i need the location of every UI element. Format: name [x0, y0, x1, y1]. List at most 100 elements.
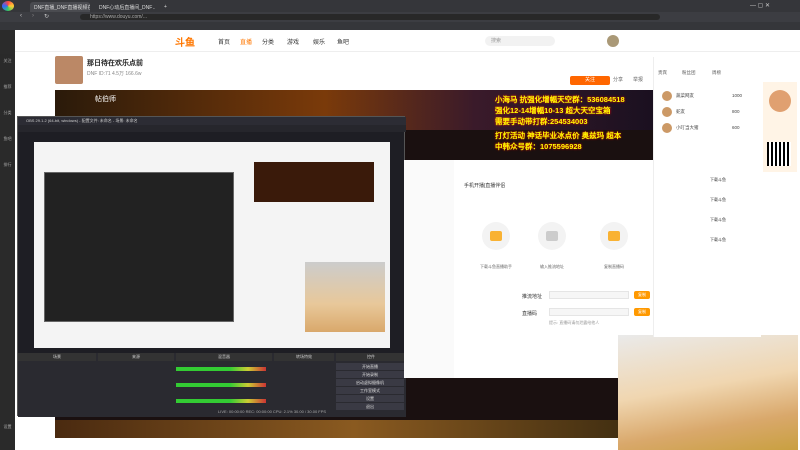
- rail-item-follow[interactable]: 关注: [1, 58, 14, 74]
- audio-meter: [176, 367, 266, 371]
- refresh-icon[interactable]: ↻: [44, 13, 49, 20]
- dock-controls: 控件: [336, 353, 406, 361]
- room-header: 那日待在欢乐点前 DNF ID:71 4.5万 166.6w 关注 分享 举报: [55, 54, 655, 90]
- start-streaming-button[interactable]: 开始直播: [336, 363, 404, 370]
- tab-dnf-live[interactable]: DNF直播_DNF直播视频在线...: [30, 2, 90, 12]
- rank-name: 蛇友: [676, 109, 685, 114]
- tab-weekly[interactable]: 周榜: [712, 70, 721, 76]
- webcam-small: [305, 262, 385, 332]
- rail-item-recommend[interactable]: 推荐: [1, 84, 14, 100]
- user-avatar[interactable]: [607, 35, 619, 47]
- back-icon[interactable]: ‹: [20, 13, 22, 19]
- dock-scenes: 场景: [18, 353, 96, 361]
- copy-url-button[interactable]: 复制: [634, 291, 650, 299]
- streamer-avatar[interactable]: [55, 56, 83, 84]
- browser-side-rail: 关注 推荐 分类 鱼吧 排行 设置: [0, 54, 15, 450]
- promo-line: 强化12-14增幅10-13 超大天空宝箱: [495, 106, 611, 115]
- dock-mixer: 混音器: [176, 353, 272, 361]
- stream-url-field[interactable]: [549, 291, 629, 299]
- webcam-large: [618, 335, 798, 450]
- promo-line: 小海马 抗强化增幅天空群：536084518: [495, 95, 625, 104]
- chat-message: 下载斗鱼: [710, 237, 726, 242]
- rail-item-fishbar[interactable]: 鱼吧: [1, 136, 14, 152]
- nested-banner: [254, 162, 374, 202]
- dock-sources: 来源: [98, 353, 174, 361]
- link-icon: [546, 231, 558, 241]
- nav-entertainment[interactable]: 娱乐: [313, 37, 325, 46]
- promo-overlay-1: 小海马 抗强化增幅天空群：536084518 强化12-14增幅10-13 超大…: [495, 94, 625, 127]
- audio-meter: [176, 399, 266, 403]
- stream-key-field[interactable]: [549, 308, 629, 316]
- follow-button[interactable]: 关注: [570, 76, 610, 85]
- qr-code: [767, 142, 791, 166]
- tab-dnf-room[interactable]: DNF心动后直播间_DNF…: [95, 2, 155, 12]
- step-3: [600, 222, 628, 250]
- avatar: [662, 91, 672, 101]
- site-logo[interactable]: 斗鱼: [175, 34, 195, 49]
- banner-name: 帖伯师: [95, 96, 116, 103]
- nav-game[interactable]: 游戏: [287, 37, 299, 46]
- url-input[interactable]: https://www.douyu.com/...: [80, 14, 660, 20]
- promo-avatar: [769, 90, 791, 112]
- promo-line: 打灯活动 神话毕业冰点价 奥兹玛 超本: [495, 131, 622, 140]
- rank-row[interactable]: 小叮当大猪 600: [662, 123, 750, 135]
- obs-menubar: [18, 125, 406, 132]
- virtual-camera-button[interactable]: 启动虚拟摄像机: [336, 379, 404, 386]
- obs-titlebar: OBS 29.1.2 (64-bit, windows) - 配置文件: 未命名…: [18, 117, 406, 125]
- nav-category[interactable]: 分类: [262, 37, 274, 46]
- promo-line: 中韩众号群：1075596928: [495, 142, 582, 151]
- promo-line: 需要手动带打群:254534003: [495, 117, 588, 126]
- inner-title: 手机开播|直播伴侣: [464, 183, 506, 189]
- rank-value: 800: [732, 109, 740, 114]
- rank-row[interactable]: 蛇友 800: [662, 107, 750, 119]
- chat-message: 下载斗鱼: [710, 217, 726, 222]
- chat-message: 下载斗鱼: [710, 177, 726, 182]
- address-bar-row: ‹ › ↻ https://www.douyu.com/...: [0, 12, 800, 22]
- hint-text: 提示: 直播码请勿泄露给他人: [549, 320, 600, 325]
- inner-sidebar: [404, 160, 454, 378]
- rank-name: 小叮当大猪: [676, 125, 699, 130]
- copy-key-button[interactable]: 复制: [634, 308, 650, 316]
- exit-button[interactable]: 退出: [336, 403, 404, 410]
- nav-fishbar[interactable]: 鱼吧: [337, 37, 349, 46]
- bookmarks-bar: [0, 22, 800, 30]
- tab-vip[interactable]: 贵宾: [658, 70, 667, 76]
- search-input[interactable]: 搜索: [485, 36, 555, 46]
- report-button[interactable]: 举报: [633, 76, 643, 83]
- audio-meter: [176, 383, 266, 387]
- rank-row[interactable]: 蔬菜网友 1000: [662, 91, 750, 103]
- game-footer-strip: [55, 420, 653, 438]
- obs-statusbar: LIVE: 00:00:00 REC: 00:00:00 CPU: 2.1% 3…: [218, 409, 327, 414]
- nav-live[interactable]: 直播: [240, 37, 252, 46]
- share-button[interactable]: 分享: [613, 76, 623, 83]
- copy-icon: [608, 231, 620, 241]
- avatar: [662, 107, 672, 117]
- side-promo[interactable]: [763, 82, 797, 172]
- step-label: 输入推流地址: [540, 264, 564, 269]
- rail-item-settings[interactable]: 设置: [1, 424, 14, 440]
- dock-transitions: 转场特效: [274, 353, 334, 361]
- room-title: 那日待在欢乐点前: [87, 60, 143, 67]
- window-controls[interactable]: — ▢ ✕: [750, 2, 770, 9]
- settings-button[interactable]: 设置: [336, 395, 404, 402]
- room-meta: DNF ID:71 4.5万 166.6w: [87, 71, 142, 77]
- rank-value: 600: [732, 125, 740, 130]
- start-recording-button[interactable]: 开始录制: [336, 371, 404, 378]
- tab-fans[interactable]: 粉丝团: [682, 70, 696, 76]
- stream-url-label: 推流地址: [522, 294, 543, 300]
- browser-logo-icon: [2, 1, 14, 11]
- studio-mode-button[interactable]: 工作室模式: [336, 387, 404, 394]
- step-2: [538, 222, 566, 250]
- new-tab-button[interactable]: +: [160, 2, 170, 12]
- rank-value: 1000: [732, 93, 743, 98]
- nav-home[interactable]: 首页: [218, 37, 230, 46]
- site-nav: 斗鱼 首页 直播 分类 游戏 娱乐 鱼吧 搜索: [15, 30, 800, 52]
- download-icon: [490, 231, 502, 241]
- rail-item-category[interactable]: 分类: [1, 110, 14, 126]
- browser-tab-bar: DNF直播_DNF直播视频在线... DNF心动后直播间_DNF… + — ▢ …: [0, 0, 800, 12]
- rail-item-rank[interactable]: 排行: [1, 162, 14, 178]
- avatar: [662, 123, 672, 133]
- step-label: 下载斗鱼直播助手: [480, 264, 512, 269]
- right-panel: 贵宾 粉丝团 周榜 蔬菜网友 1000 蛇友 800 小叮当大猪 600 下载斗鱼 下…: [653, 57, 761, 337]
- forward-icon[interactable]: ›: [32, 13, 34, 19]
